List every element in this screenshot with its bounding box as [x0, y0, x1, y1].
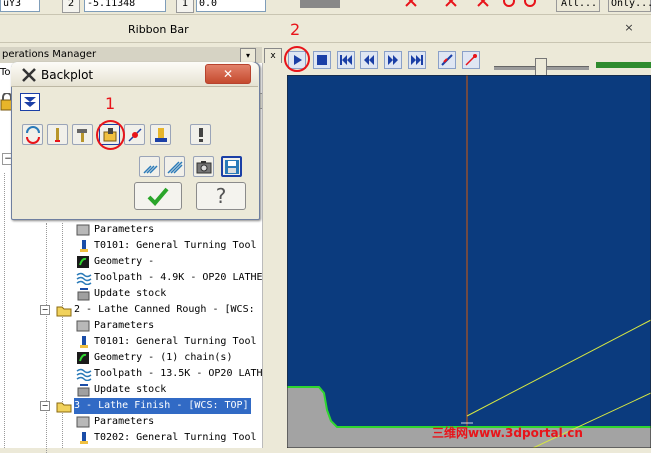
viewport-graphics: [286, 74, 651, 449]
tool-icon: [76, 431, 92, 445]
close-button[interactable]: ✕: [205, 64, 251, 84]
tree-item[interactable]: 2 - Lathe Canned Rough - [WCS:: [74, 302, 255, 318]
tool-display-toggle[interactable]: [47, 124, 68, 145]
tree-item[interactable]: Parameters: [94, 222, 154, 238]
stock-outline: [287, 386, 651, 428]
x-icons[interactable]: [404, 0, 544, 10]
tree-line: [4, 173, 6, 448]
toolpath-display-button[interactable]: [438, 51, 456, 69]
verify-button[interactable]: [190, 124, 211, 145]
collapse-toggle[interactable]: −: [40, 401, 50, 411]
stop-button[interactable]: [313, 51, 331, 69]
tree-item[interactable]: T0101: General Turning Tool: [94, 334, 257, 350]
geometry-icon: [76, 255, 92, 269]
rapid-display-toggle[interactable]: [124, 124, 145, 145]
chevron-down-icon[interactable]: ▾: [240, 48, 256, 63]
ops-close-button[interactable]: x: [264, 48, 282, 64]
ribbon-divider: [0, 42, 651, 43]
help-button[interactable]: ?: [196, 182, 246, 210]
parameters-icon: [76, 223, 92, 237]
toolpath-line-1: [466, 319, 651, 417]
toolpath-icon: [76, 367, 92, 382]
annotation-2: 2: [290, 20, 301, 39]
tree-item[interactable]: Parameters: [94, 318, 154, 334]
parameters-icon: [76, 319, 92, 333]
tool-icon: [76, 239, 92, 253]
tree-item[interactable]: Geometry - (1) chain(s): [94, 350, 232, 366]
holder-display-toggle[interactable]: [72, 124, 93, 145]
highlight-circle-2: [284, 46, 310, 72]
step-forward-button[interactable]: [384, 51, 402, 69]
annotation-1: 1: [105, 94, 116, 113]
field-b[interactable]: 2: [62, 0, 80, 13]
top-toolbar: uY3 2 -5.11348 1 0.0 All... Only...: [0, 0, 651, 15]
tree-line-2: [46, 223, 48, 453]
folder-icon: [56, 303, 72, 317]
color-swatch[interactable]: [300, 0, 340, 8]
tree-item[interactable]: Toolpath - 4.9K - OP20 LATHE: [94, 270, 263, 286]
toolpath-icon: [76, 271, 92, 286]
speed-slider-thumb[interactable]: [535, 58, 547, 76]
check-icon: [147, 187, 169, 206]
progress-bar: [596, 62, 651, 68]
field-c[interactable]: -5.11348: [84, 0, 166, 12]
field-f[interactable]: All...: [556, 0, 600, 12]
tree-item[interactable]: Geometry -: [94, 254, 154, 270]
tree-item[interactable]: Update stock: [94, 382, 166, 398]
tree-item-selected[interactable]: 3 - Lathe Finish - [WCS: TOP]: [74, 398, 251, 414]
folder-icon: [56, 399, 72, 413]
field-d[interactable]: 1: [176, 0, 194, 13]
forward-end-button[interactable]: [408, 51, 426, 69]
highlight-circle-1: [96, 120, 125, 150]
ribbon-bar-label: Ribbon Bar: [128, 23, 189, 36]
camera-button[interactable]: [193, 156, 214, 177]
ribbon-close-button[interactable]: ×: [622, 21, 636, 35]
stock-icon: [76, 287, 92, 301]
dialog-title: Backplot: [41, 68, 94, 82]
parameters-icon: [76, 415, 92, 429]
toolpath-multi-button[interactable]: [164, 156, 185, 177]
stock-icon: [76, 383, 92, 397]
tree-line-3: [62, 223, 64, 448]
backplot-icon: [21, 67, 37, 83]
tree-item[interactable]: T0202: General Turning Tool: [94, 430, 257, 446]
tree-item[interactable]: Toolpath - 13.5K - OP20 LATH: [94, 366, 263, 382]
collapse-toggle[interactable]: −: [40, 305, 50, 315]
expand-options-icon[interactable]: [20, 93, 40, 111]
tree-item[interactable]: Update stock: [94, 286, 166, 302]
tool-icon: [76, 335, 92, 349]
repaint-button[interactable]: [22, 124, 43, 145]
tree-item[interactable]: T0101: General Turning Tool: [94, 238, 257, 254]
graphics-viewport[interactable]: [286, 74, 651, 449]
step-back-button[interactable]: [360, 51, 378, 69]
field-a[interactable]: uY3: [0, 0, 40, 12]
tree-item[interactable]: Parameters: [94, 414, 154, 430]
tool-display-button[interactable]: [462, 51, 480, 69]
cutter-comp-toggle[interactable]: [150, 124, 171, 145]
rewind-start-button[interactable]: [337, 51, 355, 69]
save-button[interactable]: [221, 156, 242, 177]
geometry-icon: [76, 351, 92, 365]
ok-button[interactable]: [134, 182, 182, 210]
field-e[interactable]: 0.0: [196, 0, 266, 12]
field-g[interactable]: Only...: [608, 0, 651, 12]
tree-scrollbar[interactable]: [262, 63, 283, 448]
watermark: 三维网www.3dportal.cn: [432, 426, 583, 440]
toolpath-lines-button[interactable]: [139, 156, 160, 177]
operations-manager-title: perations Manager: [2, 49, 97, 60]
